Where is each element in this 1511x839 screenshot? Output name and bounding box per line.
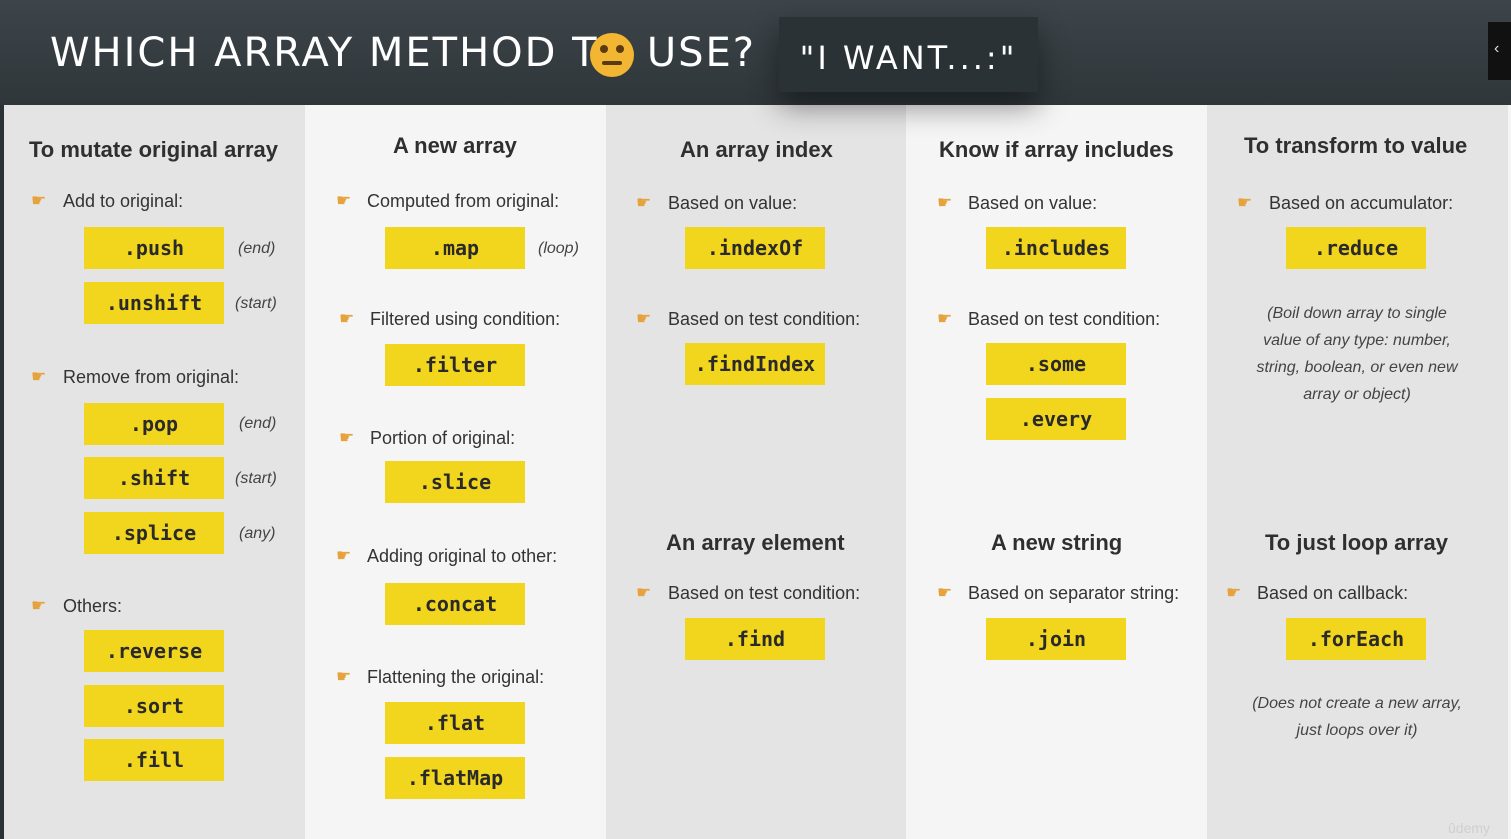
- note-splice: (any): [239, 525, 276, 542]
- foreach-description: (Does not create a new array, just loops…: [1227, 690, 1487, 744]
- pointing-hand-icon: ☛: [1226, 583, 1242, 602]
- heading-array-element: An array element: [666, 530, 845, 555]
- thinking-face-icon: [590, 33, 634, 77]
- method-every: .every: [986, 398, 1126, 440]
- label-based-on-test-condition: Based on test condition:: [968, 309, 1161, 329]
- label-adding-original-to-other: Adding original to other:: [367, 546, 558, 566]
- note-unshift: (start): [235, 295, 277, 312]
- method-shift: .shift: [84, 457, 224, 499]
- label-remove-from-original: Remove from original:: [63, 367, 240, 387]
- method-fill: .fill: [84, 739, 224, 781]
- method-map: .map: [385, 227, 525, 269]
- note-push: (end): [238, 240, 276, 257]
- method-findindex: .findIndex: [685, 343, 825, 385]
- label-portion-of-original: Portion of original:: [370, 428, 516, 448]
- pointing-hand-icon: ☛: [336, 546, 352, 565]
- method-reverse: .reverse: [84, 630, 224, 672]
- heading-know-if-includes: Know if array includes: [939, 137, 1174, 162]
- foreach-description-line: (Does not create a new array,: [1252, 695, 1462, 712]
- i-want-text: "I WANT...:": [799, 39, 1018, 77]
- label-computed-from-original: Computed from original:: [367, 191, 560, 211]
- label-based-on-test-condition: Based on test condition:: [668, 309, 861, 329]
- collapse-panel-button[interactable]: ‹: [1488, 22, 1511, 80]
- label-filtered-using-condition: Filtered using condition:: [370, 309, 561, 329]
- udemy-watermark: ûdemy: [1448, 820, 1491, 836]
- pointing-hand-icon: ☛: [636, 193, 652, 212]
- heading-array-index: An array index: [680, 137, 833, 162]
- note-pop: (end): [239, 415, 277, 432]
- method-reduce: .reduce: [1286, 227, 1426, 269]
- pointing-hand-icon: ☛: [339, 309, 355, 328]
- method-flat: .flat: [385, 702, 525, 744]
- heading-new-array: A new array: [393, 133, 517, 158]
- method-join: .join: [986, 618, 1126, 660]
- pointing-hand-icon: ☛: [339, 428, 355, 447]
- foreach-description-line: just loops over it): [1296, 722, 1418, 739]
- label-others: Others:: [63, 596, 123, 616]
- label-based-on-value: Based on value:: [968, 193, 1098, 213]
- reduce-description-line: array or object): [1303, 386, 1411, 403]
- column-index: [606, 105, 907, 839]
- pointing-hand-icon: ☛: [31, 367, 47, 386]
- method-push: .push: [84, 227, 224, 269]
- method-slice: .slice: [385, 461, 525, 503]
- pointing-hand-icon: ☛: [31, 596, 47, 615]
- heading-mutate: To mutate original array: [29, 137, 278, 162]
- pointing-hand-icon: ☛: [636, 309, 652, 328]
- note-shift: (start): [235, 470, 277, 487]
- pointing-hand-icon: ☛: [31, 191, 47, 210]
- pointing-hand-icon: ☛: [336, 667, 352, 686]
- method-includes: .includes: [986, 227, 1126, 269]
- label-add-to-original: Add to original:: [63, 191, 184, 211]
- method-some: .some: [986, 343, 1126, 385]
- pointing-hand-icon: ☛: [336, 191, 352, 210]
- slide-title: WHICH ARRAY METHOD TO USE?: [50, 30, 756, 76]
- method-splice: .splice: [84, 512, 224, 554]
- column-includes: [906, 105, 1207, 839]
- note-map: (loop): [538, 240, 579, 257]
- heading-new-string: A new string: [991, 530, 1123, 555]
- heading-transform-to-value: To transform to value: [1244, 133, 1468, 158]
- pointing-hand-icon: ☛: [937, 583, 953, 602]
- label-flattening-the-original: Flattening the original:: [367, 667, 545, 687]
- pointing-hand-icon: ☛: [636, 583, 652, 602]
- label-based-on-callback: Based on callback:: [1257, 583, 1409, 603]
- i-want-banner: "I WANT...:": [779, 17, 1038, 92]
- reduce-description-line: (Boil down array to single: [1267, 305, 1447, 322]
- reduce-description-line: string, boolean, or even new: [1256, 359, 1458, 376]
- label-based-on-accumulator: Based on accumulator:: [1269, 193, 1454, 213]
- method-pop: .pop: [84, 403, 224, 445]
- reduce-description-line: value of any type: number,: [1263, 332, 1451, 349]
- heading-just-loop-array: To just loop array: [1265, 530, 1448, 555]
- chevron-left-icon: ‹: [1494, 40, 1500, 57]
- method-filter: .filter: [385, 344, 525, 386]
- method-unshift: .unshift: [84, 282, 224, 324]
- method-indexof: .indexOf: [685, 227, 825, 269]
- label-based-on-value: Based on value:: [668, 193, 798, 213]
- pointing-hand-icon: ☛: [937, 309, 953, 328]
- method-flatmap: .flatMap: [385, 757, 525, 799]
- method-sort: .sort: [84, 685, 224, 727]
- method-find: .find: [685, 618, 825, 660]
- method-concat: .concat: [385, 583, 525, 625]
- pointing-hand-icon: ☛: [937, 193, 953, 212]
- method-foreach: .forEach: [1286, 618, 1426, 660]
- pointing-hand-icon: ☛: [1237, 193, 1253, 212]
- reduce-description: (Boil down array to single value of any …: [1227, 300, 1487, 408]
- label-based-on-test-condition: Based on test condition:: [668, 583, 861, 603]
- label-based-on-separator: Based on separator string:: [968, 583, 1180, 603]
